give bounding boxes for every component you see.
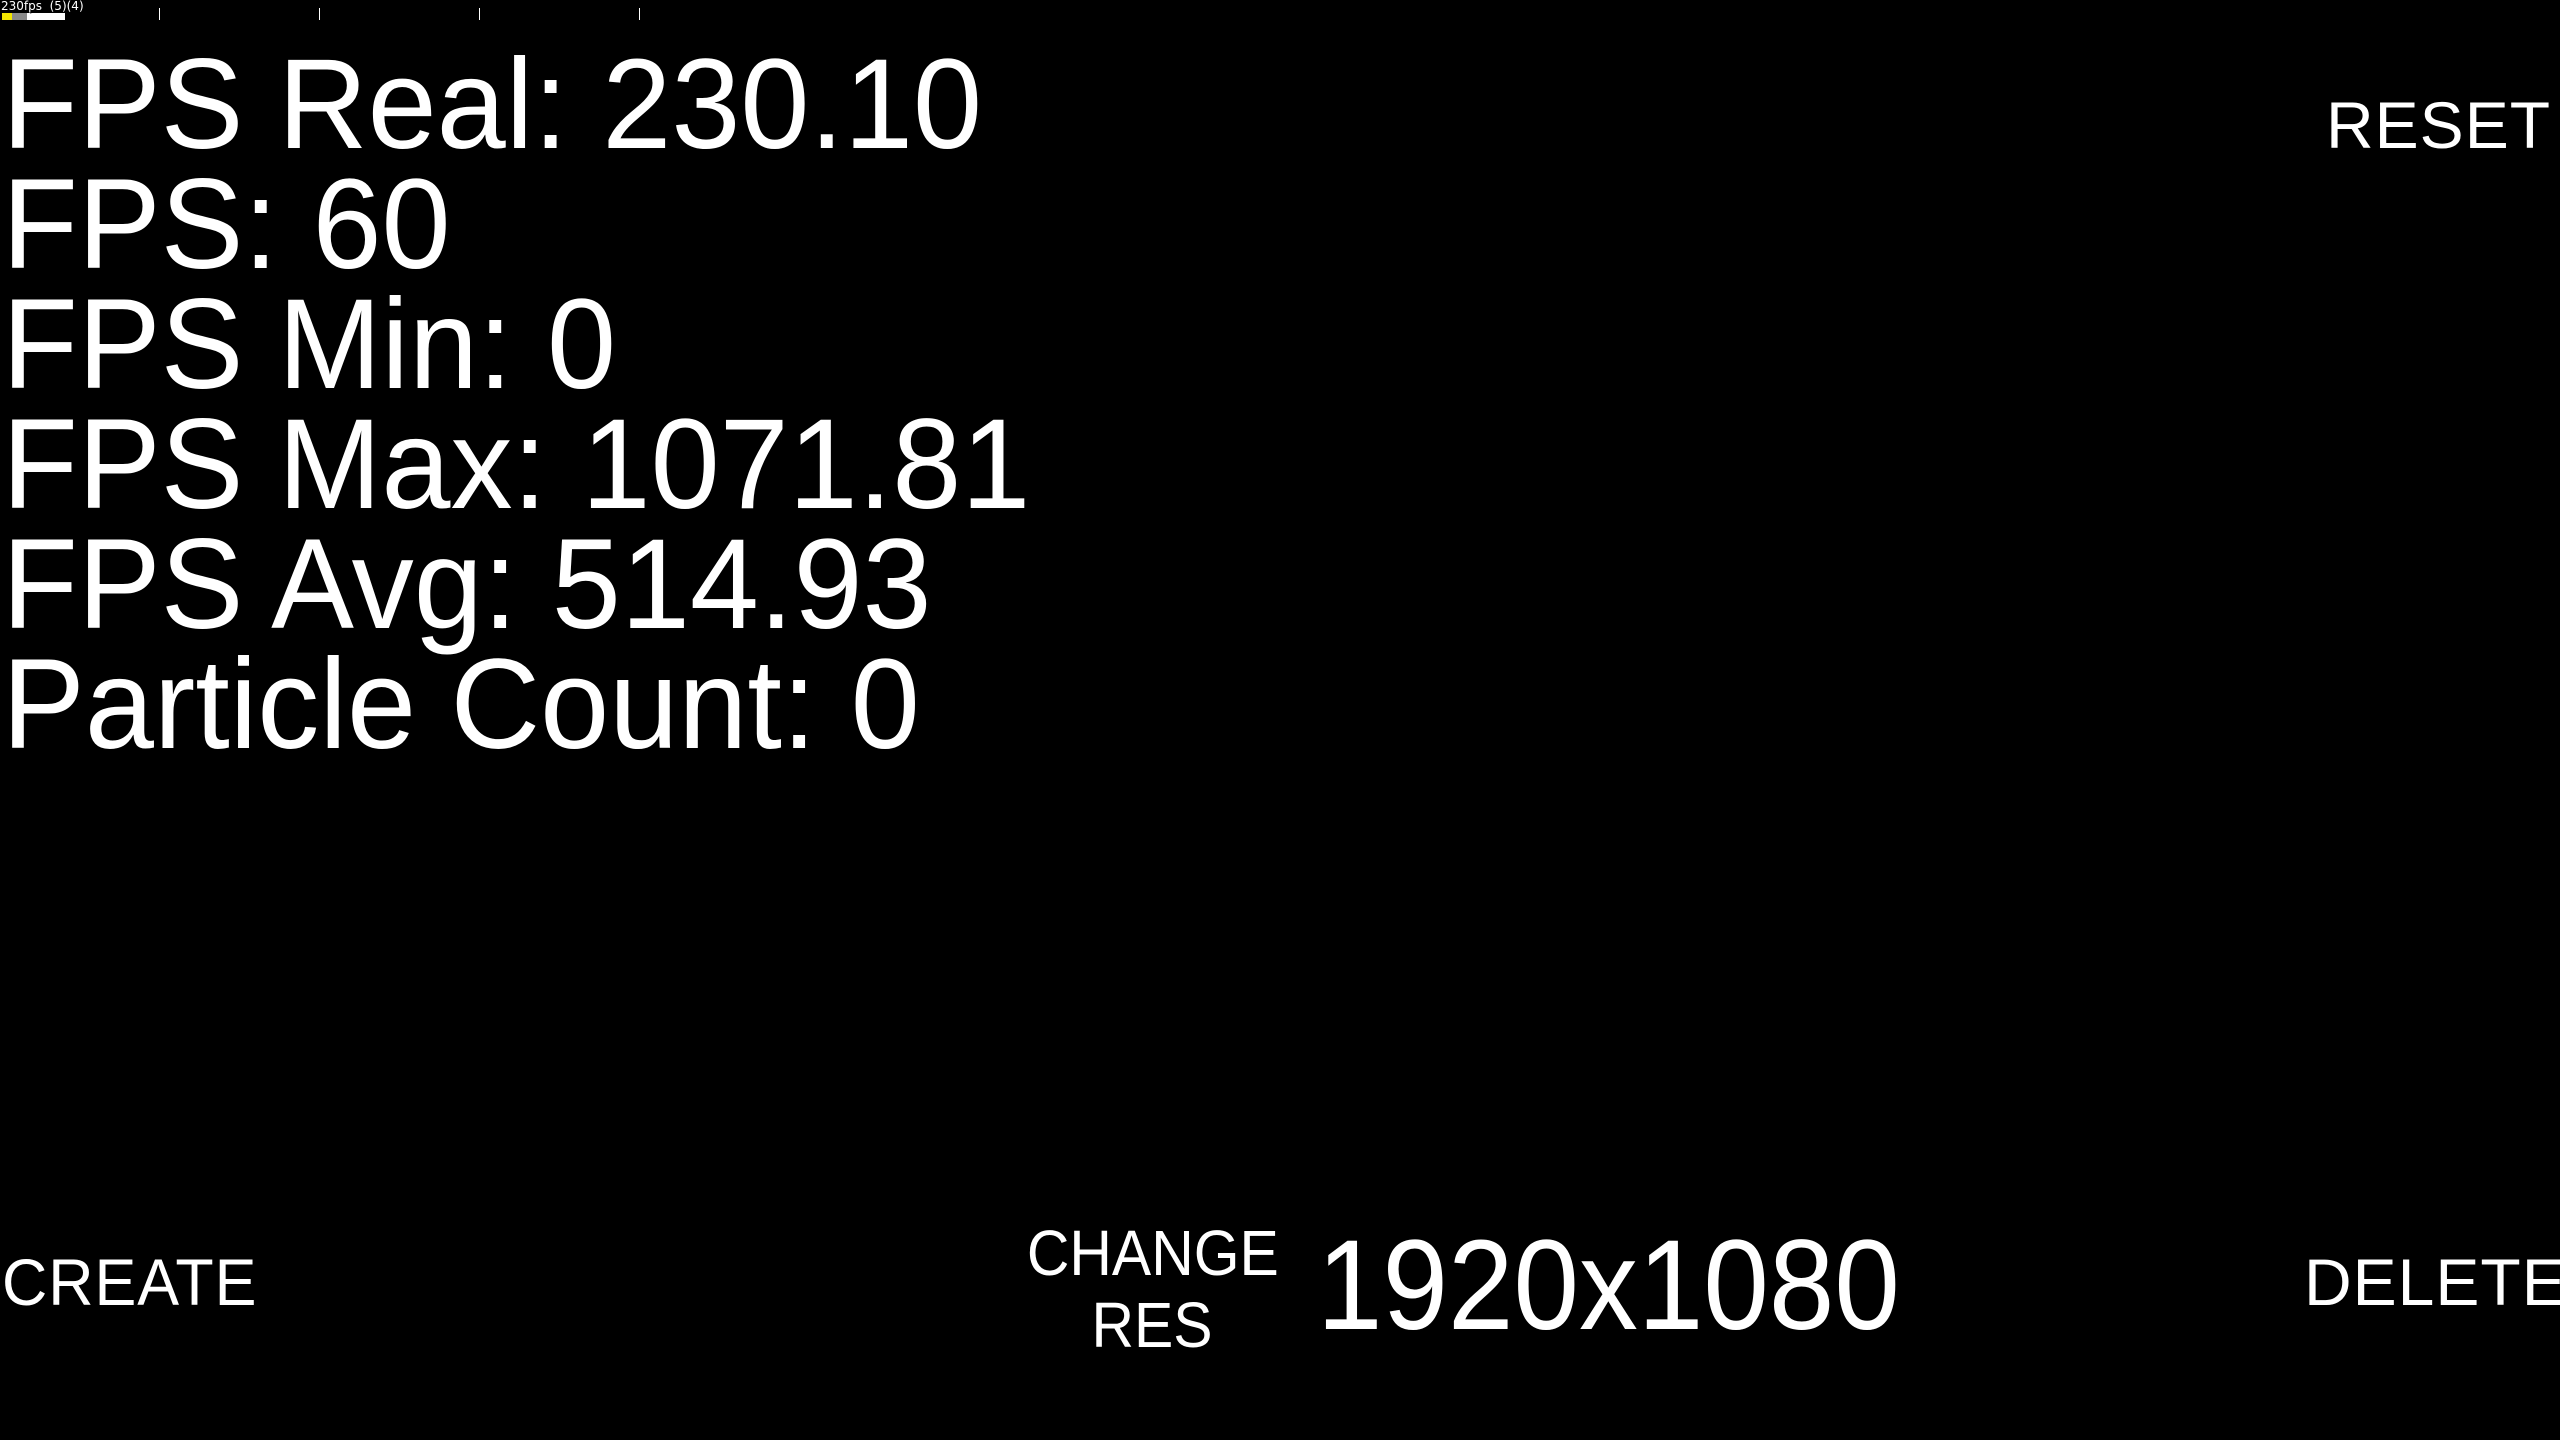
current-resolution: 1920x1080 — [1317, 1214, 1900, 1357]
change-resolution-button[interactable]: CHANGE RES — [1026, 1217, 1279, 1361]
frame-time-bar-white — [27, 13, 65, 20]
debug-overlay: 230fps (5)(4) — [0, 0, 700, 24]
stat-fps-avg: FPS Avg: 514.93 — [2, 521, 932, 649]
stat-value: 0 — [850, 633, 920, 776]
debug-tick-mark — [319, 8, 320, 20]
stat-fps-max: FPS Max: 1071.81 — [2, 401, 1030, 529]
debug-tick-mark — [639, 8, 640, 20]
stat-label: Particle Count: — [2, 633, 851, 776]
change-res-label-line2: RES — [1091, 1289, 1213, 1361]
debug-tick-mark — [479, 8, 480, 20]
change-res-label-line1: CHANGE — [1026, 1217, 1279, 1289]
delete-button[interactable]: DELETE — [2304, 1249, 2560, 1315]
create-button[interactable]: CREATE — [2, 1249, 257, 1315]
debug-fps-text: 230fps (5)(4) — [1, 0, 84, 13]
reset-button[interactable]: RESET — [2326, 92, 2551, 158]
stat-fps-min: FPS Min: 0 — [2, 281, 616, 409]
stat-fps: FPS: 60 — [2, 161, 451, 289]
debug-tick-mark — [159, 8, 160, 20]
stat-value: 230.10 — [602, 33, 983, 176]
stat-particle-count: Particle Count: 0 — [2, 641, 920, 769]
frame-time-bar-yellow — [2, 13, 12, 20]
frame-time-bar-grey — [12, 13, 27, 20]
stat-fps-real: FPS Real: 230.10 — [2, 41, 982, 169]
